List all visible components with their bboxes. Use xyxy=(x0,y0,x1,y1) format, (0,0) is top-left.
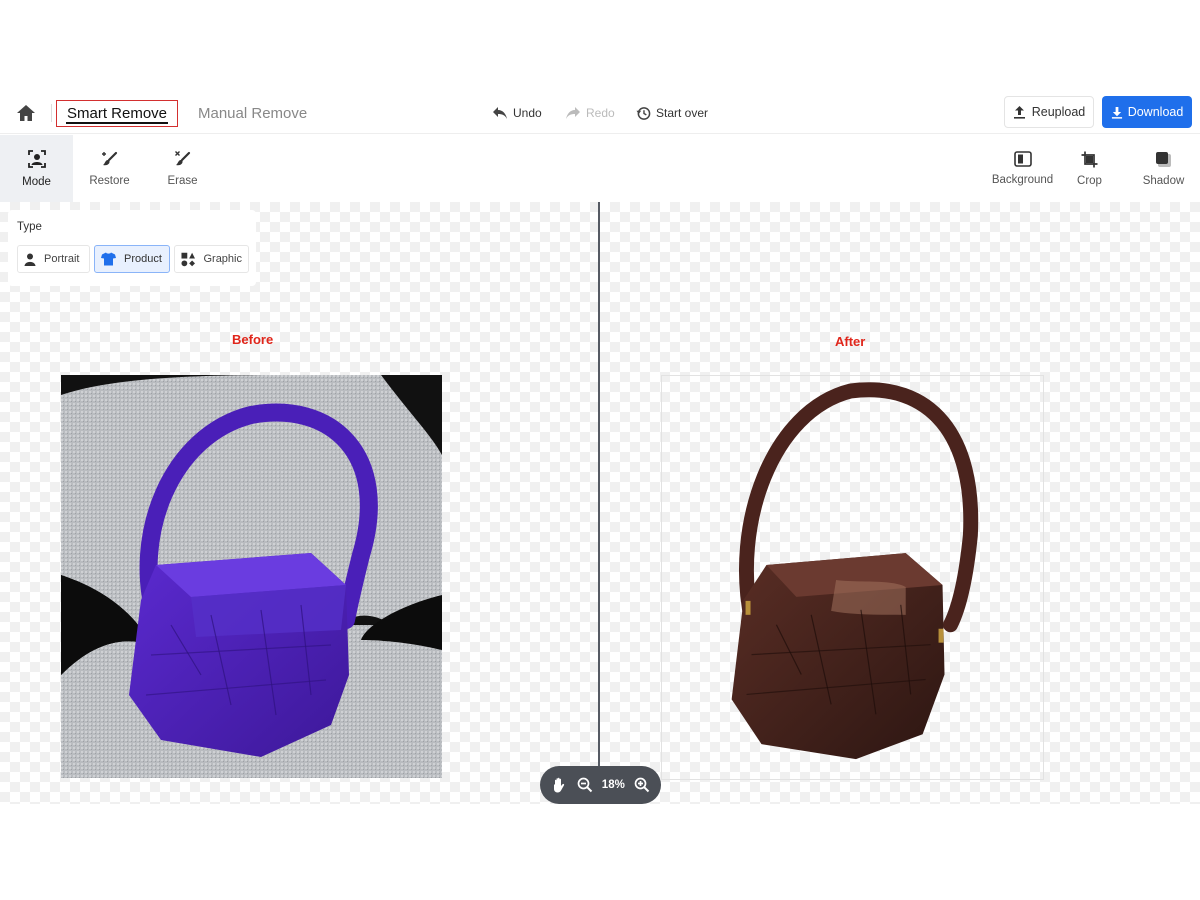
redo-label: Redo xyxy=(586,106,615,120)
download-label: Download xyxy=(1127,105,1184,119)
redo-icon xyxy=(566,107,580,119)
type-graphic-button[interactable]: Graphic xyxy=(174,245,249,273)
shapes-icon xyxy=(181,252,195,266)
restore-brush-icon xyxy=(101,151,117,166)
header-divider xyxy=(51,104,52,122)
crop-icon xyxy=(1081,151,1098,167)
type-portrait-button[interactable]: Portrait xyxy=(17,245,90,273)
shadow-icon xyxy=(1156,151,1171,167)
type-product-button[interactable]: Product xyxy=(94,245,170,273)
download-button[interactable]: Download xyxy=(1102,96,1192,128)
type-graphic-label: Graphic xyxy=(203,253,242,265)
person-icon xyxy=(24,253,36,266)
redo-button[interactable]: Redo xyxy=(565,102,615,124)
start-over-button[interactable]: Start over xyxy=(636,102,708,124)
tab-smart-remove[interactable]: Smart Remove xyxy=(56,100,178,127)
type-panel: Type Portrait Product Graphic xyxy=(8,210,256,286)
zoom-out-button[interactable] xyxy=(576,775,595,795)
tool-bar: Mode Restore Erase Background Crop Shado… xyxy=(0,135,1200,202)
before-label: Before xyxy=(232,332,274,347)
tool-mode-label: Mode xyxy=(22,176,51,188)
before-image xyxy=(61,375,442,778)
tshirt-icon xyxy=(101,252,116,266)
tool-crop-label: Crop xyxy=(1077,174,1102,187)
zoom-out-icon xyxy=(577,777,593,793)
after-image xyxy=(661,375,1044,780)
zoom-level: 18% xyxy=(601,779,625,791)
type-label: Type xyxy=(17,221,42,233)
home-button[interactable] xyxy=(14,101,38,125)
undo-icon xyxy=(493,107,507,119)
undo-button[interactable]: Undo xyxy=(492,102,542,124)
undo-label: Undo xyxy=(513,106,542,120)
mode-icon xyxy=(27,150,46,168)
reupload-label: Reupload xyxy=(1031,105,1086,119)
tab-manual-remove[interactable]: Manual Remove xyxy=(198,92,307,134)
active-tab-underline xyxy=(66,122,168,124)
tool-background[interactable]: Background xyxy=(986,135,1059,202)
tool-restore[interactable]: Restore xyxy=(73,135,146,202)
history-icon xyxy=(636,106,651,120)
tool-mode[interactable]: Mode xyxy=(0,135,73,202)
download-icon xyxy=(1111,106,1122,119)
upload-icon xyxy=(1013,106,1025,119)
tool-crop[interactable]: Crop xyxy=(1053,135,1126,202)
tool-shadow[interactable]: Shadow xyxy=(1127,135,1200,202)
tab-manual-remove-label: Manual Remove xyxy=(198,104,308,122)
tool-background-label: Background xyxy=(991,174,1054,186)
tab-smart-remove-label: Smart Remove xyxy=(66,105,168,122)
zoom-in-button[interactable] xyxy=(632,775,651,795)
editor-canvas[interactable]: Type Portrait Product Graphic Before Aft xyxy=(0,202,1200,804)
background-icon xyxy=(1013,151,1032,167)
app-window: Smart Remove Manual Remove Undo Redo Sta… xyxy=(0,0,1200,900)
top-header: Smart Remove Manual Remove Undo Redo Sta… xyxy=(0,92,1200,134)
start-over-label: Start over xyxy=(656,106,709,120)
pan-hand-button[interactable] xyxy=(550,775,569,795)
compare-divider[interactable] xyxy=(598,202,600,804)
zoom-controls: 18% xyxy=(540,766,661,804)
hand-icon xyxy=(553,777,564,793)
home-icon xyxy=(17,105,35,121)
tool-erase-label: Erase xyxy=(167,175,198,187)
reupload-button[interactable]: Reupload xyxy=(1004,96,1094,128)
type-portrait-label: Portrait xyxy=(44,253,80,265)
tool-shadow-label: Shadow xyxy=(1142,174,1185,187)
zoom-in-icon xyxy=(634,777,649,793)
after-label: After xyxy=(835,334,866,349)
type-product-label: Product xyxy=(124,253,162,265)
tool-erase[interactable]: Erase xyxy=(146,135,219,202)
erase-brush-icon xyxy=(174,151,190,166)
tool-restore-label: Restore xyxy=(89,175,130,187)
